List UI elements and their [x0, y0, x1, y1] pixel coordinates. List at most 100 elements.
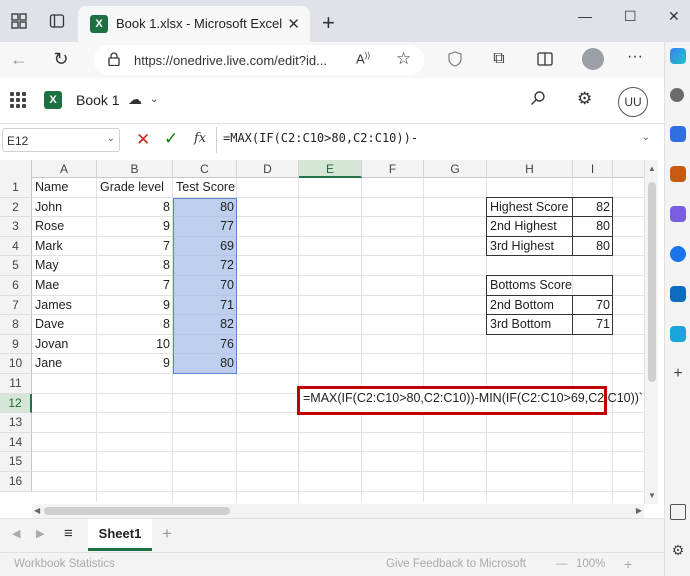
row-header-6[interactable]: 6 — [0, 276, 32, 296]
browser-tab[interactable]: X Book 1.xlsx - Microsoft Excel Onl ✕ — [78, 6, 310, 42]
outlook-icon[interactable] — [670, 286, 686, 302]
select-all-corner[interactable] — [0, 160, 32, 178]
row-header-9[interactable]: 9 — [0, 334, 32, 355]
table-cell-score[interactable]: 70 — [173, 276, 237, 296]
bottom-value[interactable]: 71 — [573, 315, 613, 335]
table-cell-score[interactable]: 80 — [173, 354, 237, 374]
formula-input[interactable]: =MAX(IF(C2:C10>80,C2:C10))- ⌄ — [216, 127, 656, 153]
split-screen-icon[interactable] — [536, 50, 554, 68]
column-header-a[interactable]: A — [32, 160, 97, 178]
profile-icon[interactable] — [582, 48, 604, 70]
sidebar-settings-icon[interactable]: ⚙ — [670, 542, 686, 558]
table-cell-name[interactable]: James — [32, 296, 97, 316]
table-cell-score[interactable]: 72 — [173, 256, 237, 276]
bottom-value[interactable]: 70 — [573, 296, 613, 316]
column-header-e[interactable]: E — [299, 160, 362, 178]
table-cell-name[interactable]: Jovan — [32, 335, 97, 355]
app-launcher-icon[interactable] — [10, 92, 26, 108]
row-header-15[interactable]: 15 — [0, 452, 32, 472]
insert-function-button[interactable]: fx — [194, 131, 206, 146]
high-value[interactable]: 80 — [573, 237, 613, 257]
read-aloud-icon[interactable]: A)) — [356, 51, 370, 66]
zoom-out-button[interactable]: — — [556, 558, 568, 570]
minimize-icon[interactable]: — — [578, 8, 592, 24]
table-header[interactable]: Test Score — [173, 178, 237, 198]
shield-icon[interactable] — [446, 50, 464, 68]
maximize-icon[interactable]: ☐ — [624, 8, 637, 25]
add-sidebar-icon[interactable]: + — [670, 366, 686, 382]
table-cell-grade[interactable]: 8 — [97, 198, 173, 218]
tab-sheet1[interactable]: Sheet1 — [88, 519, 152, 551]
close-window-icon[interactable]: ✕ — [668, 8, 680, 25]
column-header-c[interactable]: C — [173, 160, 237, 178]
table-cell-score[interactable]: 76 — [173, 335, 237, 355]
refresh-icon[interactable]: ↻ — [52, 49, 70, 69]
zoom-level[interactable]: 100% — [576, 558, 605, 570]
high-label[interactable]: 2nd Highest — [487, 217, 573, 237]
scroll-right-icon[interactable]: ▶ — [636, 506, 642, 515]
horizontal-scroll-thumb[interactable] — [44, 507, 230, 515]
table-cell-grade[interactable]: 8 — [97, 315, 173, 335]
table-cell-score[interactable]: 80 — [173, 198, 237, 218]
expand-formula-icon[interactable]: ⌄ — [642, 132, 650, 143]
sidebar-toggle-icon[interactable] — [670, 504, 686, 520]
row-header-3[interactable]: 3 — [0, 217, 32, 237]
table-cell-score[interactable]: 82 — [173, 315, 237, 335]
row-header-7[interactable]: 7 — [0, 295, 32, 316]
table-header[interactable]: Name — [32, 178, 97, 198]
table-cell-grade[interactable]: 9 — [97, 296, 173, 316]
table-cell-grade[interactable]: 8 — [97, 256, 173, 276]
send-icon[interactable] — [670, 326, 686, 342]
next-sheet-icon[interactable]: ▶ — [36, 527, 44, 540]
games-icon[interactable] — [670, 206, 686, 222]
table-cell-score[interactable]: 77 — [173, 217, 237, 237]
column-header-d[interactable]: D — [237, 160, 299, 178]
book-name[interactable]: Book 1 — [76, 92, 120, 108]
column-header-f[interactable]: F — [362, 160, 424, 178]
row-header-12[interactable]: 12 — [0, 393, 32, 414]
row-header-4[interactable]: 4 — [0, 236, 32, 257]
high-label[interactable]: Highest Score — [487, 198, 573, 218]
active-cell-editor[interactable]: =MAX(IF(C2:C10>80,C2:C10))-MIN(IF(C2:C10… — [297, 385, 643, 416]
row-header-10[interactable]: 10 — [0, 354, 32, 374]
more-options-icon[interactable]: ··· — [626, 48, 644, 66]
table-cell-name[interactable]: John — [32, 198, 97, 218]
avatar[interactable]: UU — [618, 87, 648, 117]
scroll-up-icon[interactable]: ▲ — [648, 164, 656, 173]
column-header-g[interactable]: G — [424, 160, 487, 178]
table-cell-score[interactable]: 69 — [173, 237, 237, 257]
workspaces-icon[interactable] — [10, 12, 28, 30]
bottoms-title[interactable]: Bottoms Score — [487, 276, 573, 296]
row-header-2[interactable]: 2 — [0, 197, 32, 218]
close-tab-icon[interactable]: ✕ — [287, 15, 300, 33]
microsoft-365-icon[interactable] — [670, 246, 686, 262]
table-cell-name[interactable]: Dave — [32, 315, 97, 335]
extensions-icon[interactable]: ⧉ — [490, 50, 508, 68]
vertical-scrollbar[interactable]: ▲ ▼ — [644, 160, 658, 504]
bottom-label[interactable]: 2nd Bottom — [487, 296, 573, 316]
table-cell-name[interactable]: Mae — [32, 276, 97, 296]
tools-briefcase-icon[interactable] — [670, 166, 686, 182]
bottom-label[interactable]: 3rd Bottom — [487, 315, 573, 335]
address-bar[interactable]: https://onedrive.live.com/edit?id... A))… — [94, 45, 424, 75]
cancel-entry-icon[interactable]: ✕ — [136, 130, 150, 150]
row-header-5[interactable]: 5 — [0, 256, 32, 276]
table-header[interactable]: Grade level — [97, 178, 173, 198]
zoom-in-button[interactable]: + — [624, 556, 632, 572]
chevron-down-icon[interactable]: ⌄ — [107, 133, 115, 144]
row-header-16[interactable]: 16 — [0, 472, 32, 492]
high-value[interactable]: 82 — [573, 198, 613, 218]
table-cell-grade[interactable]: 7 — [97, 237, 173, 257]
search-sidebar-icon[interactable] — [670, 88, 684, 102]
table-cell-grade[interactable]: 9 — [97, 217, 173, 237]
search-icon[interactable] — [530, 90, 546, 109]
scroll-left-icon[interactable]: ◀ — [34, 506, 40, 515]
tab-actions-icon[interactable] — [48, 12, 66, 30]
worksheet-grid[interactable]: ABCDEFGHI 1 2 3 4 5 6 7 8 9 10 11 12 13 14 15 16 Name Gr… — [0, 160, 656, 502]
table-cell-grade[interactable]: 7 — [97, 276, 173, 296]
row-header-13[interactable]: 13 — [0, 413, 32, 433]
table-cell-name[interactable]: Rose — [32, 217, 97, 237]
row-header-11[interactable]: 11 — [0, 374, 32, 394]
give-feedback-link[interactable]: Give Feedback to Microsoft — [386, 558, 526, 570]
table-cell-name[interactable]: Mark — [32, 237, 97, 257]
